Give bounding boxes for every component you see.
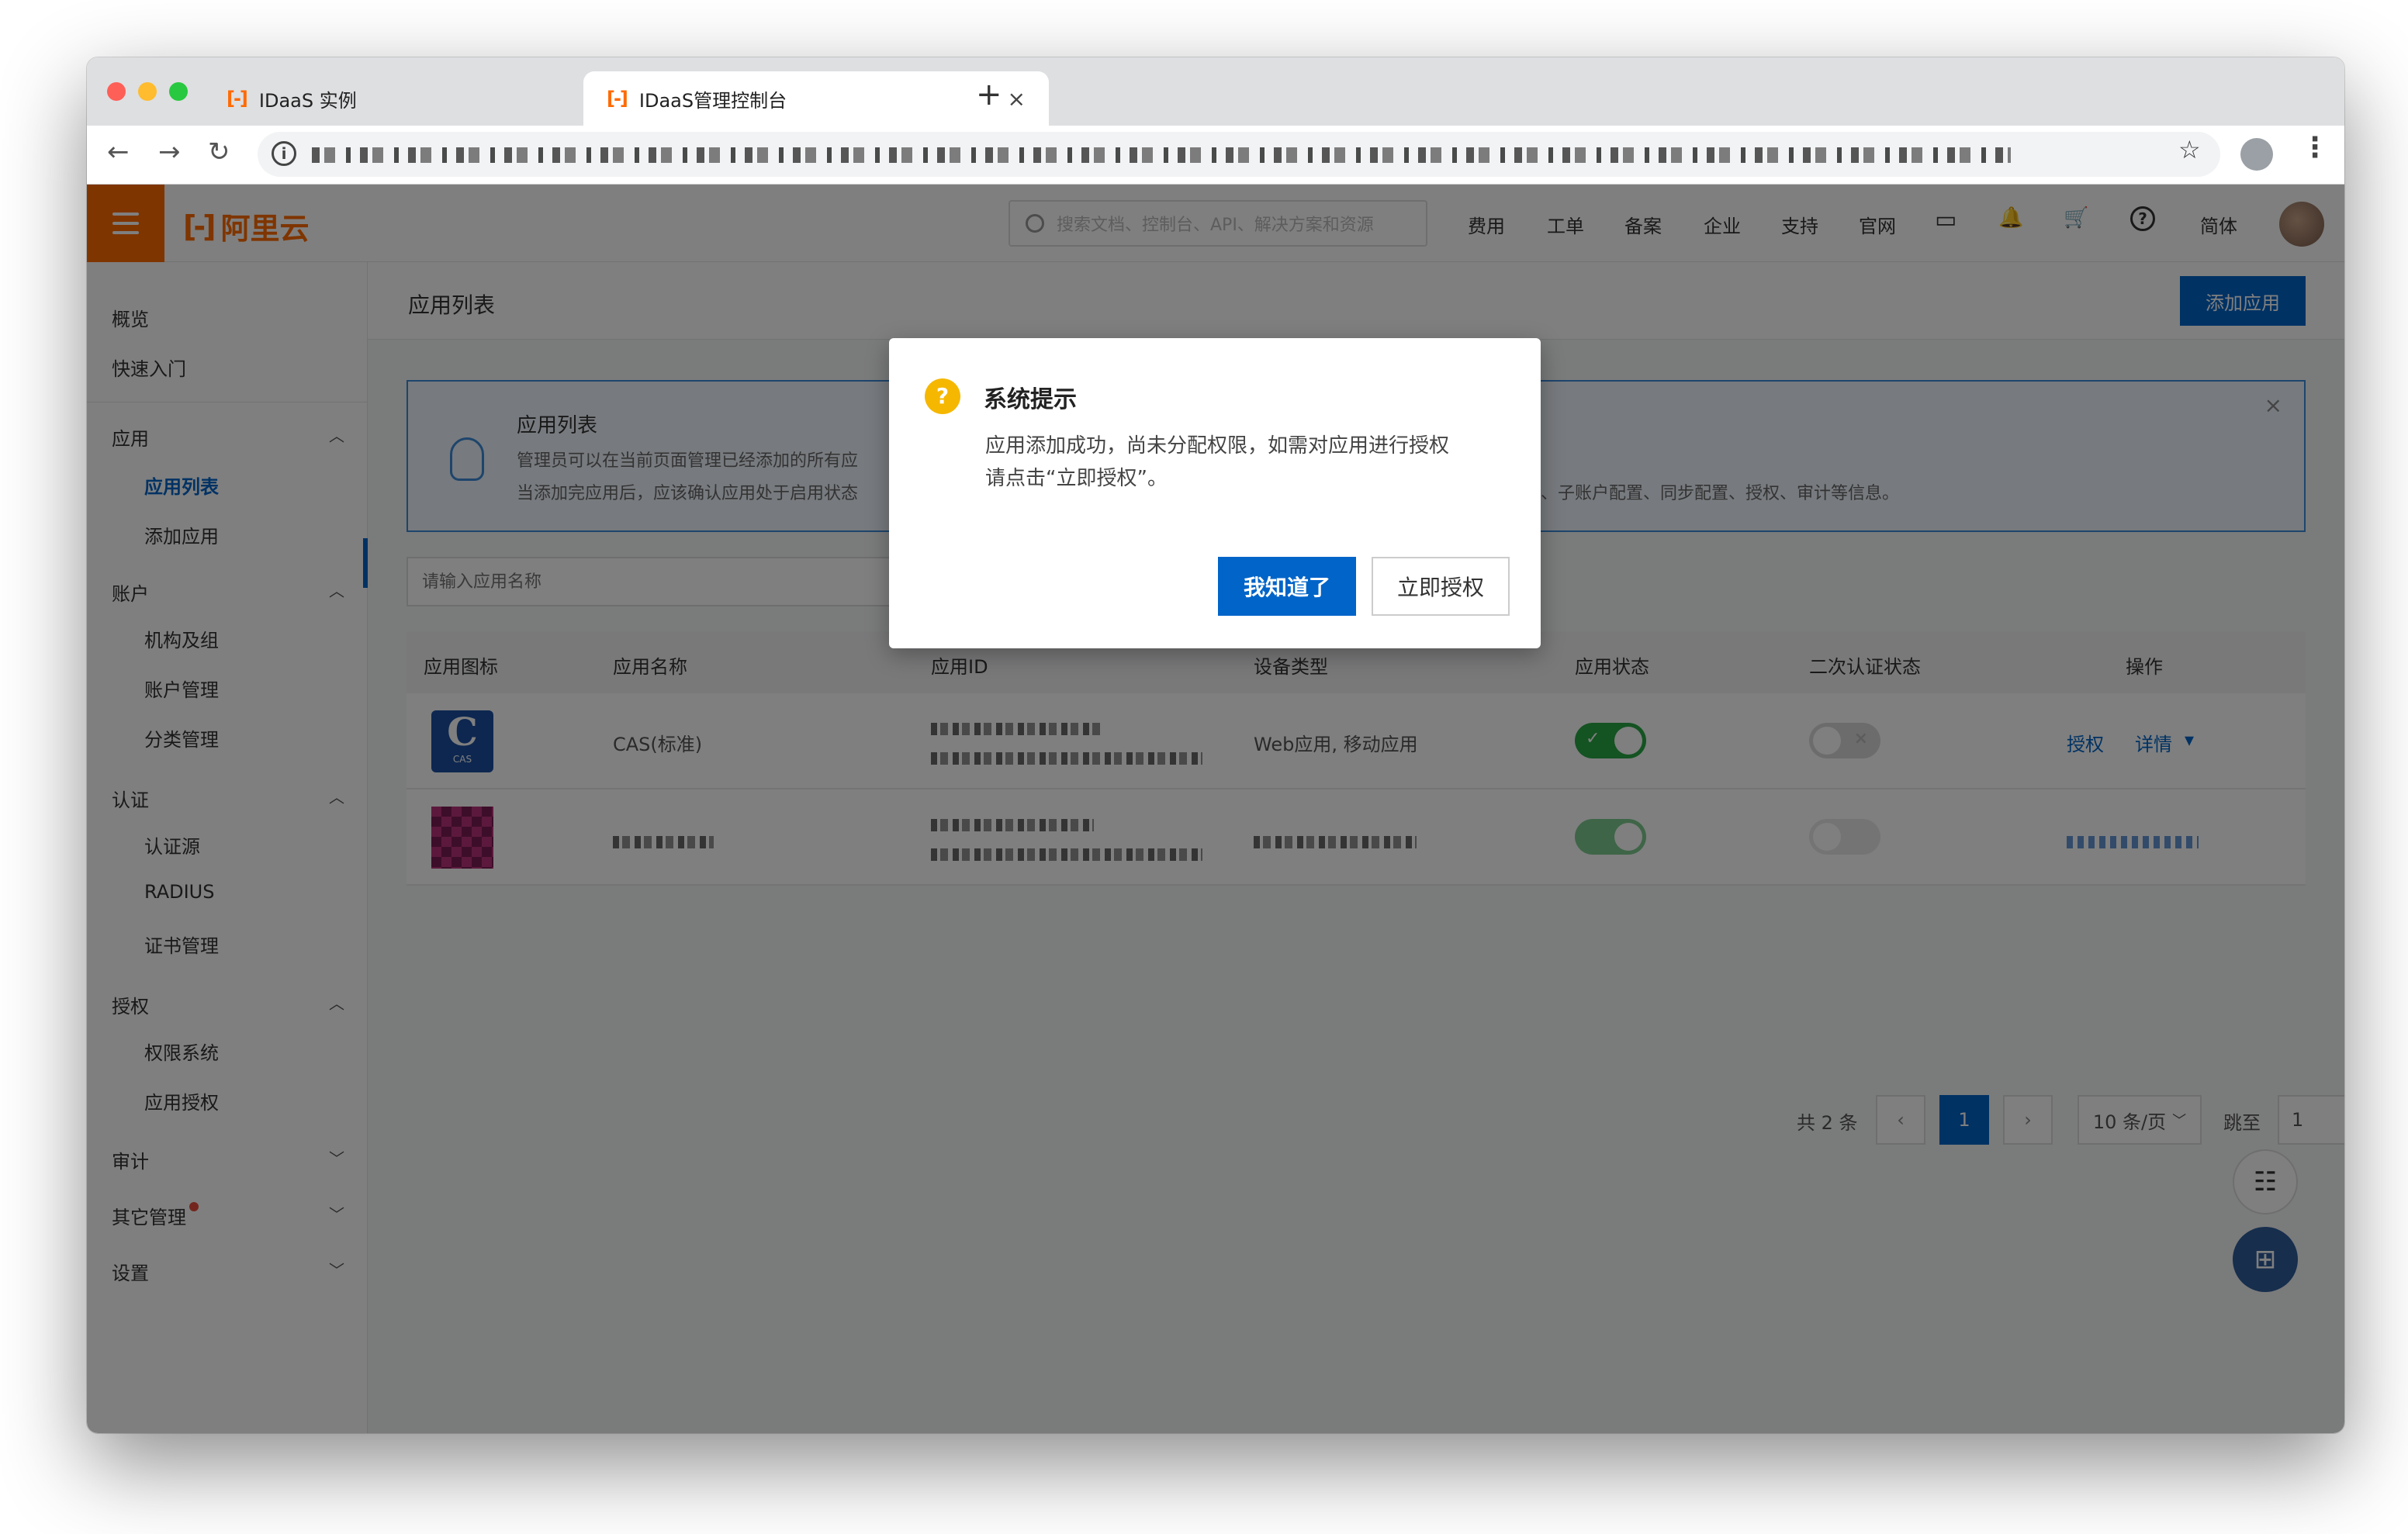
bookmark-star-icon[interactable]: ☆ — [2178, 135, 2201, 164]
new-tab-icon[interactable]: + — [976, 79, 1002, 110]
reload-icon[interactable]: ↻ — [208, 136, 230, 168]
dialog-title: 系统提示 — [984, 386, 1077, 413]
profile-avatar-icon[interactable] — [2240, 138, 2273, 171]
blurred-url — [312, 147, 2011, 163]
close-window-button[interactable] — [107, 82, 126, 101]
got-it-button[interactable]: 我知道了 — [1218, 557, 1356, 616]
aliyun-favicon-icon: [-] — [227, 88, 248, 109]
tab-close-icon[interactable]: × — [1008, 86, 1026, 112]
site-info-icon[interactable]: i — [272, 141, 296, 166]
warning-question-icon: ? — [925, 378, 960, 414]
minimize-window-button[interactable] — [138, 82, 157, 101]
system-prompt-dialog: ? 系统提示 应用添加成功，尚未分配权限，如需对应用进行授权 请点击“立即授权”… — [889, 338, 1541, 648]
dialog-message-line1: 应用添加成功，尚未分配权限，如需对应用进行授权 — [985, 434, 1450, 458]
browser-toolbar: ← → ↻ i ☆ ⋮ — [87, 126, 2344, 185]
dialog-message-line2: 请点击“立即授权”。 — [985, 467, 1168, 490]
tab-label: IDaaS管理控制台 — [638, 89, 787, 112]
aliyun-favicon-icon: [-] — [607, 88, 628, 109]
browser-window: [-] IDaaS 实例 × [-] IDaaS管理控制台 × + ← → ↻ … — [87, 57, 2344, 1433]
authorize-now-button[interactable]: 立即授权 — [1372, 557, 1510, 616]
address-bar[interactable]: i — [258, 132, 2220, 177]
tab-label: IDaaS 实例 — [258, 89, 357, 112]
back-arrow-icon[interactable]: ← — [107, 136, 130, 168]
forward-arrow-icon[interactable]: → — [158, 136, 181, 168]
browser-tabstrip: [-] IDaaS 实例 × [-] IDaaS管理控制台 × + — [87, 57, 2344, 126]
browser-menu-icon[interactable]: ⋮ — [2301, 132, 2329, 164]
maximize-window-button[interactable] — [169, 82, 188, 101]
